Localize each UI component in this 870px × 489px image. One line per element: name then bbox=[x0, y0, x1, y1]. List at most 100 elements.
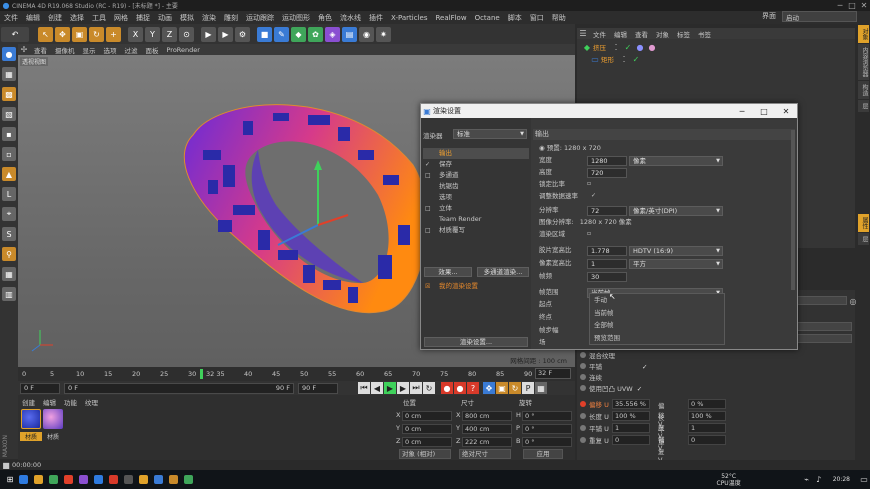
goto-start-icon[interactable]: ⏮ bbox=[358, 382, 370, 394]
key-param-icon[interactable]: P bbox=[522, 382, 534, 394]
tab-content-browser[interactable]: 内容浏览器 bbox=[858, 44, 869, 80]
workplane-icon[interactable]: ▧ bbox=[2, 107, 16, 121]
size-z-field[interactable]: 222 cm bbox=[462, 437, 512, 447]
attr-row-mix-texture[interactable]: 混合纹理 bbox=[580, 350, 619, 361]
visibility-dots-icon[interactable]: ⁚ bbox=[618, 53, 630, 65]
resolution-field[interactable]: 72 bbox=[587, 206, 627, 216]
auto-key-icon[interactable]: ● bbox=[454, 382, 466, 394]
dialog-close-icon[interactable]: ✕ bbox=[775, 105, 797, 117]
rot-b-field[interactable]: 0 ° bbox=[522, 437, 572, 447]
menu-pipeline[interactable]: 流水线 bbox=[336, 13, 365, 23]
start-frame-field[interactable]: 0 F bbox=[20, 382, 60, 394]
vp-menu-display[interactable]: 显示 bbox=[79, 45, 100, 55]
loop-icon[interactable]: ↻ bbox=[423, 382, 435, 394]
effects-button[interactable]: 效果... bbox=[424, 267, 472, 277]
pixel-aspect-field[interactable]: 1 bbox=[587, 259, 627, 269]
attr-select-1[interactable] bbox=[797, 322, 852, 331]
expand-icon[interactable]: ◉ bbox=[539, 144, 547, 152]
dropdown-option-current-frame[interactable]: 当前帧 bbox=[590, 307, 724, 320]
material-label-1[interactable]: 材质 bbox=[20, 432, 42, 441]
recent-tool-icon[interactable]: + bbox=[106, 26, 121, 42]
rotate-icon[interactable]: ↻ bbox=[89, 26, 104, 42]
repeat-u-field[interactable]: 0 bbox=[612, 435, 650, 445]
checkbox-icon[interactable]: ☒ bbox=[425, 281, 430, 292]
taskbar-app-icon[interactable] bbox=[79, 475, 88, 484]
section-check[interactable]: □ bbox=[425, 203, 431, 214]
material-swatch-2[interactable] bbox=[43, 409, 63, 429]
menu-octane[interactable]: Octane bbox=[471, 14, 504, 22]
render-setting-button[interactable]: 渲染设置... bbox=[424, 337, 528, 347]
render-view-icon[interactable]: ▶ bbox=[201, 26, 216, 42]
section-multipass[interactable]: □ 多通道 bbox=[423, 170, 529, 181]
width-unit-select[interactable]: 像素 ▼ bbox=[629, 156, 723, 166]
pos-x-field[interactable]: 0 cm bbox=[402, 411, 452, 421]
menu-render[interactable]: 渲染 bbox=[198, 13, 220, 23]
current-frame-field[interactable]: 32 F bbox=[535, 368, 571, 379]
move-tool-icon[interactable]: ↖ bbox=[38, 26, 53, 42]
clock[interactable]: 20:28 bbox=[833, 476, 850, 483]
grid-icon[interactable]: ▦ bbox=[2, 267, 16, 281]
attr-select-2[interactable] bbox=[797, 334, 852, 343]
enable-check-icon[interactable]: ✓ bbox=[630, 53, 642, 65]
dropdown-option-preview-range[interactable]: 预览范围 bbox=[590, 332, 724, 345]
cube-icon[interactable]: ■ bbox=[257, 26, 272, 42]
attr-lock-icon[interactable]: ◎ bbox=[847, 295, 859, 307]
dialog-maximize-icon[interactable]: □ bbox=[753, 105, 775, 117]
render-picture-viewer-icon[interactable]: ▶ bbox=[218, 26, 233, 42]
camera-icon[interactable]: ◉ bbox=[359, 26, 374, 42]
rot-h-field[interactable]: 0 ° bbox=[522, 411, 572, 421]
repeat-v-field[interactable]: 0 bbox=[688, 435, 726, 445]
environment-icon[interactable]: ▤ bbox=[342, 26, 357, 42]
length-v-field[interactable]: 100 % bbox=[688, 411, 726, 421]
key-position-icon[interactable]: ✥ bbox=[483, 382, 495, 394]
dialog-title-bar[interactable]: ▣ 渲染设置 ─ □ ✕ bbox=[421, 104, 797, 118]
render-settings-icon[interactable]: ⚙ bbox=[235, 26, 250, 42]
menu-edit[interactable]: 编辑 bbox=[22, 13, 44, 23]
visibility-dots-icon[interactable]: ⁚ bbox=[610, 41, 622, 53]
height-field[interactable]: 720 bbox=[587, 168, 627, 178]
object-row-rectangle[interactable]: ▭ 矩形 ⁚ ✓ bbox=[581, 53, 658, 65]
width-field[interactable]: 1280 bbox=[587, 156, 627, 166]
vp-menu-filter[interactable]: 过滤 bbox=[121, 45, 142, 55]
attr-search-field[interactable] bbox=[797, 296, 847, 305]
menu-window[interactable]: 窗口 bbox=[526, 13, 548, 23]
notification-icon[interactable]: ▭ bbox=[858, 474, 870, 486]
minimize-icon[interactable]: ─ bbox=[834, 0, 846, 12]
taskbar-app-icon[interactable] bbox=[139, 475, 148, 484]
menu-script[interactable]: 脚本 bbox=[504, 13, 526, 23]
object-row-extrude[interactable]: ◆ 挤压 ⁚ ✓ ● ● bbox=[581, 41, 658, 53]
menu-snap[interactable]: 捕捉 bbox=[132, 13, 154, 23]
x-axis-icon[interactable]: X bbox=[128, 26, 143, 42]
scale-icon[interactable]: ▣ bbox=[72, 26, 87, 42]
material-swatch-1[interactable] bbox=[21, 409, 41, 429]
network-icon[interactable]: ⌁ bbox=[801, 474, 813, 486]
points-mode-icon[interactable]: ▪ bbox=[2, 127, 16, 141]
mat-menu-texture[interactable]: 纹理 bbox=[81, 397, 102, 407]
taskbar-app-icon[interactable] bbox=[169, 475, 178, 484]
size-x-field[interactable]: 800 cm bbox=[462, 411, 512, 421]
size-y-field[interactable]: 400 cm bbox=[462, 424, 512, 434]
section-check[interactable]: ✓ bbox=[425, 159, 430, 170]
size-mode-select[interactable]: 绝对尺寸 bbox=[459, 449, 511, 459]
tab-structure[interactable]: 构造 bbox=[858, 81, 869, 99]
section-antialiasing[interactable]: 抗锯齿 bbox=[423, 181, 529, 192]
obj-menu-edit[interactable]: 编辑 bbox=[610, 29, 631, 39]
menu-sculpt[interactable]: 雕刻 bbox=[220, 13, 242, 23]
key-scale-icon[interactable]: ▣ bbox=[496, 382, 508, 394]
my-render-setting[interactable]: ☒ 我的渲染设置 bbox=[423, 281, 529, 292]
section-material-override[interactable]: □ 材质覆写 bbox=[423, 225, 529, 236]
snap-icon[interactable]: S bbox=[2, 227, 16, 241]
menu-realflow[interactable]: RealFlow bbox=[431, 14, 470, 22]
vp-menu-cameras[interactable]: 摄像机 bbox=[51, 45, 79, 55]
render-region-checkbox[interactable]: ▫ bbox=[587, 230, 591, 237]
windows-start-icon[interactable]: ⊞ bbox=[4, 474, 16, 486]
mat-menu-edit[interactable]: 编辑 bbox=[39, 397, 60, 407]
end-frame-field[interactable]: 90 F bbox=[298, 382, 338, 394]
film-aspect-field[interactable]: 1.778 bbox=[587, 246, 627, 256]
tiles-u-field[interactable]: 1 bbox=[612, 423, 650, 433]
move-icon[interactable]: ✥ bbox=[55, 26, 70, 42]
enable-check-icon[interactable]: ✓ bbox=[622, 41, 634, 53]
menu-tools[interactable]: 工具 bbox=[88, 13, 110, 23]
rot-p-field[interactable]: 0 ° bbox=[522, 424, 572, 434]
pen-icon[interactable]: ✎ bbox=[274, 26, 289, 42]
